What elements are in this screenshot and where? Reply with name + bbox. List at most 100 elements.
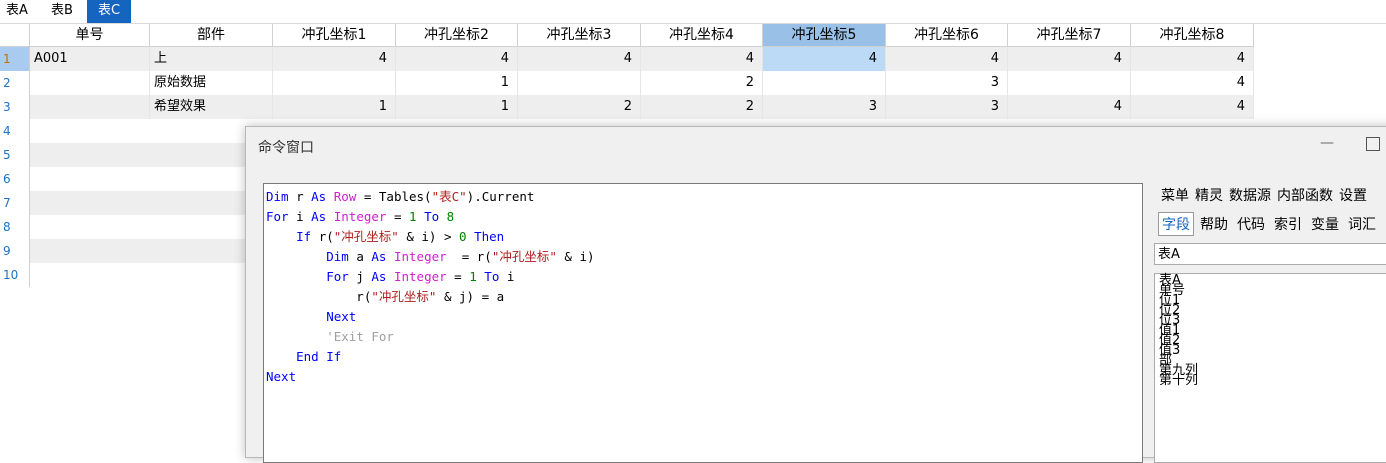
column-header[interactable]: 冲孔坐标6: [886, 24, 1008, 47]
command-window-title: 命令窗口: [258, 140, 314, 156]
table-cell[interactable]: [30, 71, 150, 95]
tab-table-b[interactable]: 表B: [43, 0, 81, 24]
tab-table-c[interactable]: 表C: [87, 0, 131, 24]
row-number[interactable]: 9: [0, 239, 30, 263]
table-cell[interactable]: 4: [1131, 95, 1254, 119]
code-token: Integer: [393, 249, 447, 264]
code-token: r(: [311, 229, 334, 244]
column-header[interactable]: 冲孔坐标4: [641, 24, 763, 47]
table-cell[interactable]: 3: [886, 95, 1008, 119]
table-cell[interactable]: [763, 71, 886, 95]
field-list-item[interactable]: 第十列: [1159, 374, 1386, 387]
code-editor[interactable]: Dim r As Row = Tables("表C").Current For i…: [263, 183, 1143, 463]
panel-menu-item[interactable]: 菜单: [1161, 188, 1189, 204]
row-number[interactable]: 4: [0, 119, 30, 143]
code-token: =: [446, 269, 470, 284]
column-header[interactable]: 冲孔坐标8: [1131, 24, 1254, 47]
table-cell[interactable]: 上: [150, 47, 273, 71]
table-cell[interactable]: [1008, 71, 1131, 95]
field-list-item[interactable]: 位3: [1159, 314, 1386, 327]
table-cell[interactable]: [518, 71, 641, 95]
code-token: "冲孔坐标": [333, 229, 399, 244]
table-cell[interactable]: 3: [763, 95, 886, 119]
table-cell[interactable]: 4: [1131, 71, 1254, 95]
column-header[interactable]: 部件: [150, 24, 273, 47]
minimize-button[interactable]: —: [1316, 135, 1338, 155]
row-number[interactable]: 1: [0, 47, 30, 71]
column-header[interactable]: 冲孔坐标2: [396, 24, 518, 47]
code-token: & j) = a: [436, 289, 505, 304]
row-number[interactable]: 5: [0, 143, 30, 167]
grid-corner[interactable]: [0, 24, 30, 47]
panel-menu-item[interactable]: 设置: [1339, 188, 1367, 204]
panel-menu-item[interactable]: 数据源: [1229, 188, 1271, 204]
code-token: For: [266, 209, 289, 224]
table-select[interactable]: 表A: [1154, 243, 1386, 265]
maximize-button[interactable]: [1366, 137, 1380, 151]
table-cell[interactable]: [30, 95, 150, 119]
panel-tab[interactable]: 帮助: [1197, 213, 1231, 235]
row-number[interactable]: 6: [0, 167, 30, 191]
panel-menu-item[interactable]: 精灵: [1195, 188, 1223, 204]
table-cell[interactable]: 1: [273, 95, 396, 119]
code-line: For i As Integer = 1 To 8: [266, 207, 1140, 227]
column-header[interactable]: 冲孔坐标1: [273, 24, 396, 47]
table-cell[interactable]: [273, 71, 396, 95]
table-cell[interactable]: A001: [30, 47, 150, 71]
code-line: 'Exit For: [266, 327, 1140, 347]
table-cell[interactable]: 4: [641, 47, 763, 71]
field-list[interactable]: 表A 单号 位1 位2 位3 值1 值2 值3 部第九列 第十列: [1154, 273, 1386, 463]
tab-table-a[interactable]: 表A: [0, 0, 34, 24]
table-cell[interactable]: 4: [886, 47, 1008, 71]
code-token: 'Exit For: [326, 329, 394, 344]
table-cell[interactable]: 4: [1008, 95, 1131, 119]
column-header[interactable]: 冲孔坐标5: [763, 24, 886, 47]
table-cell[interactable]: 4: [1008, 47, 1131, 71]
field-list-item[interactable]: 单号: [1159, 284, 1386, 297]
code-token: = Tables(: [356, 189, 432, 204]
table-cell[interactable]: 2: [641, 71, 763, 95]
table-cell[interactable]: 希望效果: [150, 95, 273, 119]
panel-tab[interactable]: 词汇: [1345, 213, 1379, 235]
table-cell[interactable]: 4: [763, 47, 886, 71]
panel-menu-item[interactable]: 内部函数: [1277, 188, 1333, 204]
row-number[interactable]: 8: [0, 215, 30, 239]
table-cell[interactable]: 2: [518, 95, 641, 119]
column-header[interactable]: 冲孔坐标3: [518, 24, 641, 47]
panel-tab[interactable]: 变量: [1308, 213, 1342, 235]
table-cell[interactable]: 3: [886, 71, 1008, 95]
row-number[interactable]: 7: [0, 191, 30, 215]
row-number[interactable]: 3: [0, 95, 30, 119]
row-number[interactable]: 2: [0, 71, 30, 95]
table-cell[interactable]: 1: [396, 95, 518, 119]
table-cell[interactable]: 4: [396, 47, 518, 71]
table-cell[interactable]: 4: [1131, 47, 1254, 71]
code-token: r: [288, 189, 312, 204]
field-list-item[interactable]: 值2: [1159, 334, 1386, 347]
field-list-item[interactable]: 位1: [1159, 294, 1386, 307]
panel-tab[interactable]: 索引: [1271, 213, 1305, 235]
column-header[interactable]: 单号: [30, 24, 150, 47]
code-token: To: [484, 269, 500, 284]
row-number[interactable]: 10: [0, 263, 30, 287]
code-token: & i): [556, 249, 595, 264]
panel-tab[interactable]: 字段: [1158, 212, 1194, 236]
field-list-item[interactable]: 值1: [1159, 324, 1386, 337]
panel-menu-bar: 菜单 精灵 数据源 内部函数 设置: [1161, 185, 1373, 205]
column-header[interactable]: 冲孔坐标7: [1008, 24, 1131, 47]
table-cell[interactable]: 4: [518, 47, 641, 71]
field-list-item[interactable]: 表A: [1159, 274, 1386, 287]
field-list-item[interactable]: 位2: [1159, 304, 1386, 317]
panel-tab[interactable]: 代码: [1234, 213, 1268, 235]
command-window: 命令窗口 — Dim r As Row = Tables("表C").Curre…: [245, 126, 1386, 463]
code-token: 8: [446, 209, 455, 224]
field-list-item[interactable]: 值3: [1159, 344, 1386, 357]
code-token: To: [424, 209, 440, 224]
table-cell[interactable]: 4: [273, 47, 396, 71]
table-cell[interactable]: 2: [641, 95, 763, 119]
table-cell[interactable]: 1: [396, 71, 518, 95]
table-cell[interactable]: 原始数据: [150, 71, 273, 95]
